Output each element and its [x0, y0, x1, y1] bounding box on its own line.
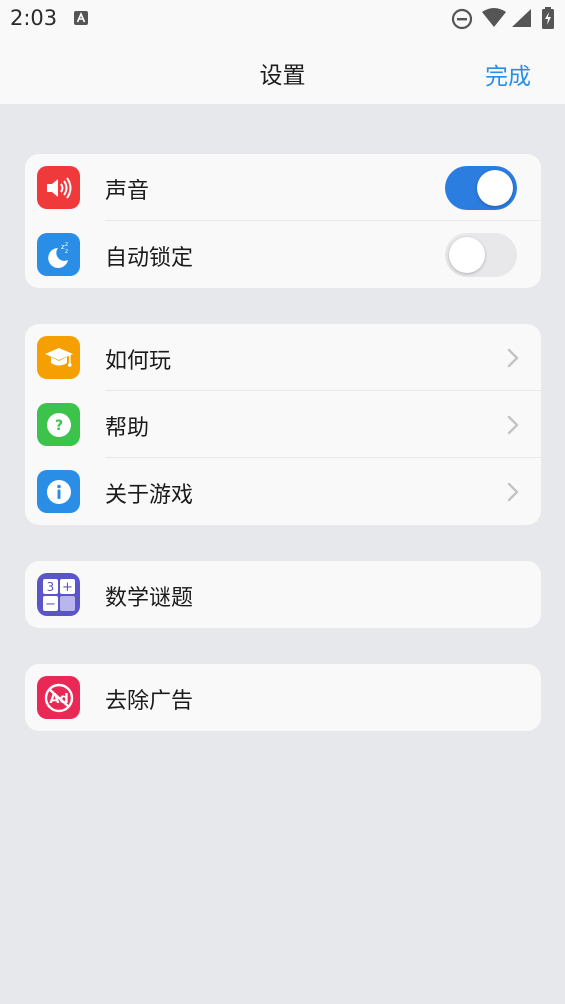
info-card: 如何玩 ? 帮助 关于游戏 [25, 324, 541, 525]
math-card: 3 + − 数学谜题 [25, 561, 541, 628]
how-to-play-row[interactable]: 如何玩 [25, 324, 541, 391]
toggle-knob [449, 237, 485, 273]
about-row[interactable]: 关于游戏 [25, 458, 541, 525]
page-title: 设置 [259, 63, 306, 89]
toggle-knob [477, 170, 513, 206]
info-icon [37, 470, 80, 513]
chevron-right-icon [507, 415, 519, 435]
calc-digit-text: 3 [46, 580, 54, 594]
signal-icon [512, 9, 531, 27]
autolock-label: 自动锁定 [105, 246, 194, 271]
nav-bar: 设置 完成 [0, 38, 565, 104]
remove-ads-row[interactable]: Ad 去除广告 [25, 664, 541, 731]
no-ads-icon: Ad [37, 676, 80, 719]
how-to-play-label: 如何玩 [105, 349, 172, 374]
done-button[interactable]: 完成 [485, 57, 531, 91]
remove-ads-label: 去除广告 [105, 689, 194, 714]
svg-text:z: z [65, 241, 68, 248]
chevron-right-icon [507, 482, 519, 502]
notification-a-icon [74, 11, 88, 25]
calc-minus-text: − [45, 597, 56, 612]
battery-charging-icon [542, 7, 554, 29]
sound-toggle[interactable] [445, 166, 517, 210]
svg-text:z: z [65, 248, 68, 255]
help-label: 帮助 [105, 416, 150, 441]
calc-plus-text: + [62, 580, 73, 595]
svg-text:?: ? [54, 418, 62, 434]
wifi-icon [482, 8, 506, 27]
math-puzzles-row[interactable]: 3 + − 数学谜题 [25, 561, 541, 628]
ads-card: Ad 去除广告 [25, 664, 541, 731]
help-row[interactable]: ? 帮助 [25, 391, 541, 458]
sound-row: 声音 [25, 154, 541, 221]
sleep-moon-icon: z z z [37, 233, 80, 276]
speaker-icon [37, 166, 80, 209]
settings-card: 声音 z z z 自动锁定 [25, 154, 541, 288]
graduation-cap-icon [37, 336, 80, 379]
sound-label: 声音 [105, 179, 150, 204]
question-icon: ? [37, 403, 80, 446]
do-not-disturb-icon [451, 8, 473, 30]
autolock-row: z z z 自动锁定 [25, 221, 541, 288]
calculator-icon: 3 + − [37, 573, 80, 616]
status-bar: 2:03 [0, 0, 565, 38]
about-label: 关于游戏 [105, 483, 194, 508]
math-puzzles-label: 数学谜题 [105, 586, 194, 611]
autolock-toggle[interactable] [445, 233, 517, 277]
chevron-right-icon [507, 348, 519, 368]
status-time: 2:03 [10, 6, 58, 30]
